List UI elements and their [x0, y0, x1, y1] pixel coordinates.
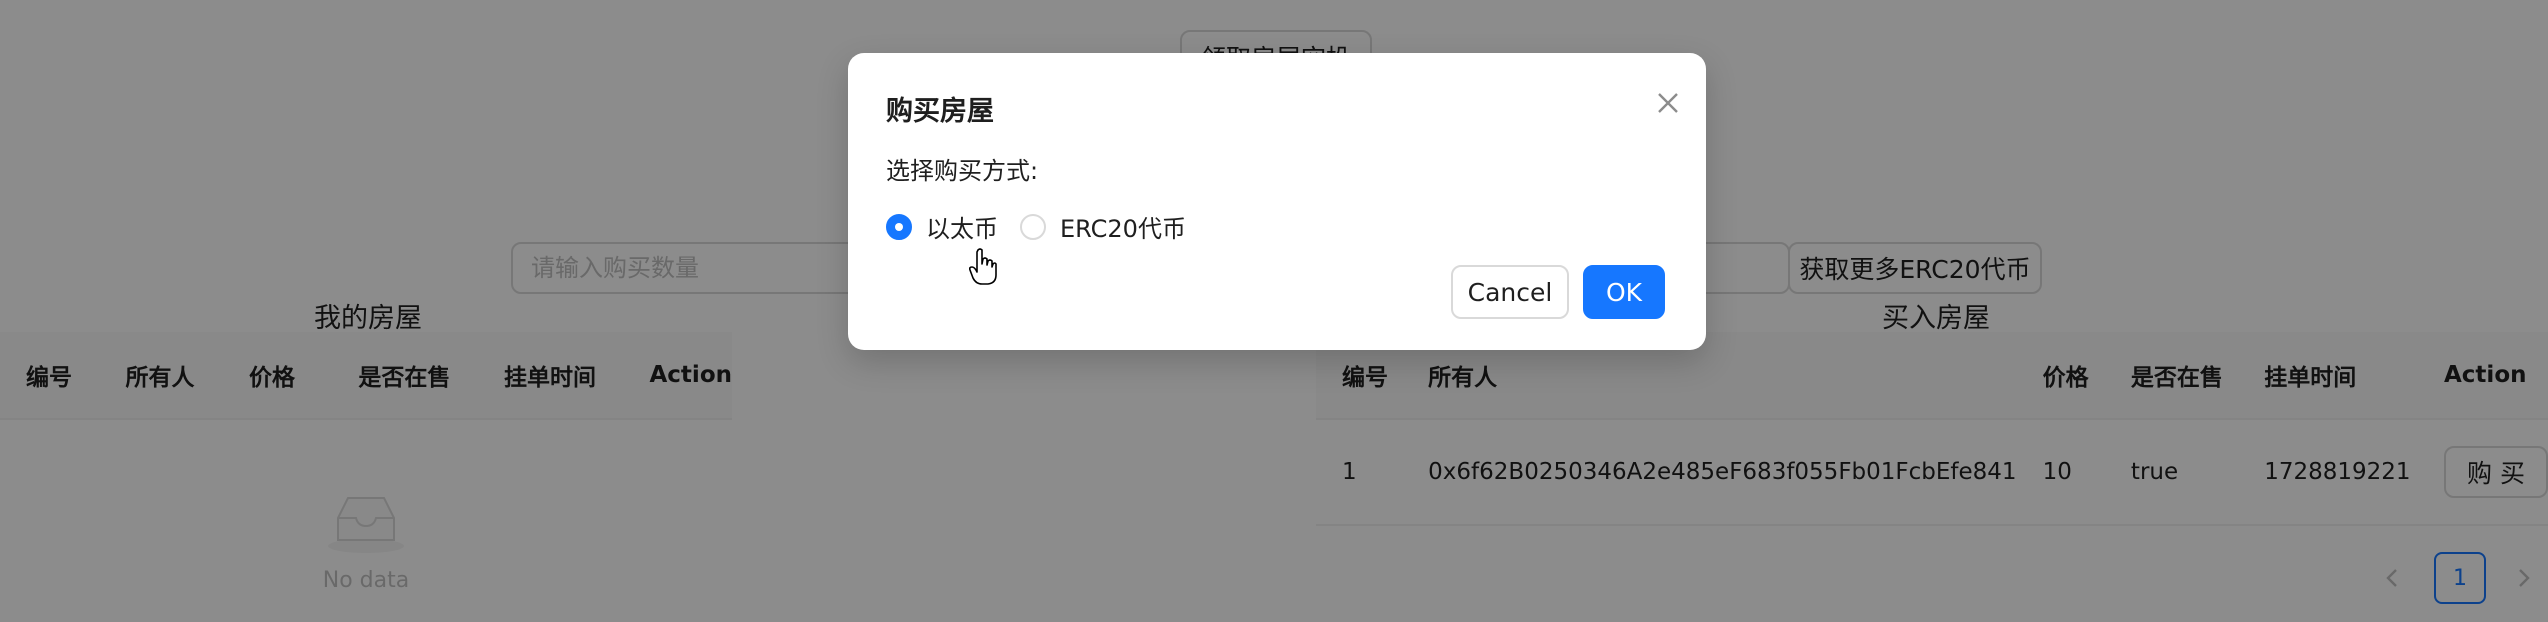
close-icon: [1658, 93, 1678, 113]
radio-label: 以太币: [926, 215, 998, 243]
radio-label: ERC20代币: [1060, 215, 1186, 243]
modal-title: 购买房屋: [886, 96, 994, 127]
hand-cursor-icon: [969, 248, 997, 285]
ok-button[interactable]: OK: [1583, 265, 1665, 319]
radio-checked-icon: [886, 213, 912, 240]
modal-close-button[interactable]: [1644, 79, 1692, 127]
payment-method-label: 选择购买方式:: [886, 157, 1039, 185]
purchase-modal: 购买房屋 选择购买方式: 以太币 ERC20代币 Cancel OK: [848, 53, 1706, 350]
cancel-button[interactable]: Cancel: [1451, 265, 1569, 319]
radio-option-eth[interactable]: 以太币: [886, 209, 998, 244]
radio-option-erc20[interactable]: ERC20代币: [1020, 209, 1186, 244]
radio-unchecked-icon: [1020, 213, 1046, 240]
